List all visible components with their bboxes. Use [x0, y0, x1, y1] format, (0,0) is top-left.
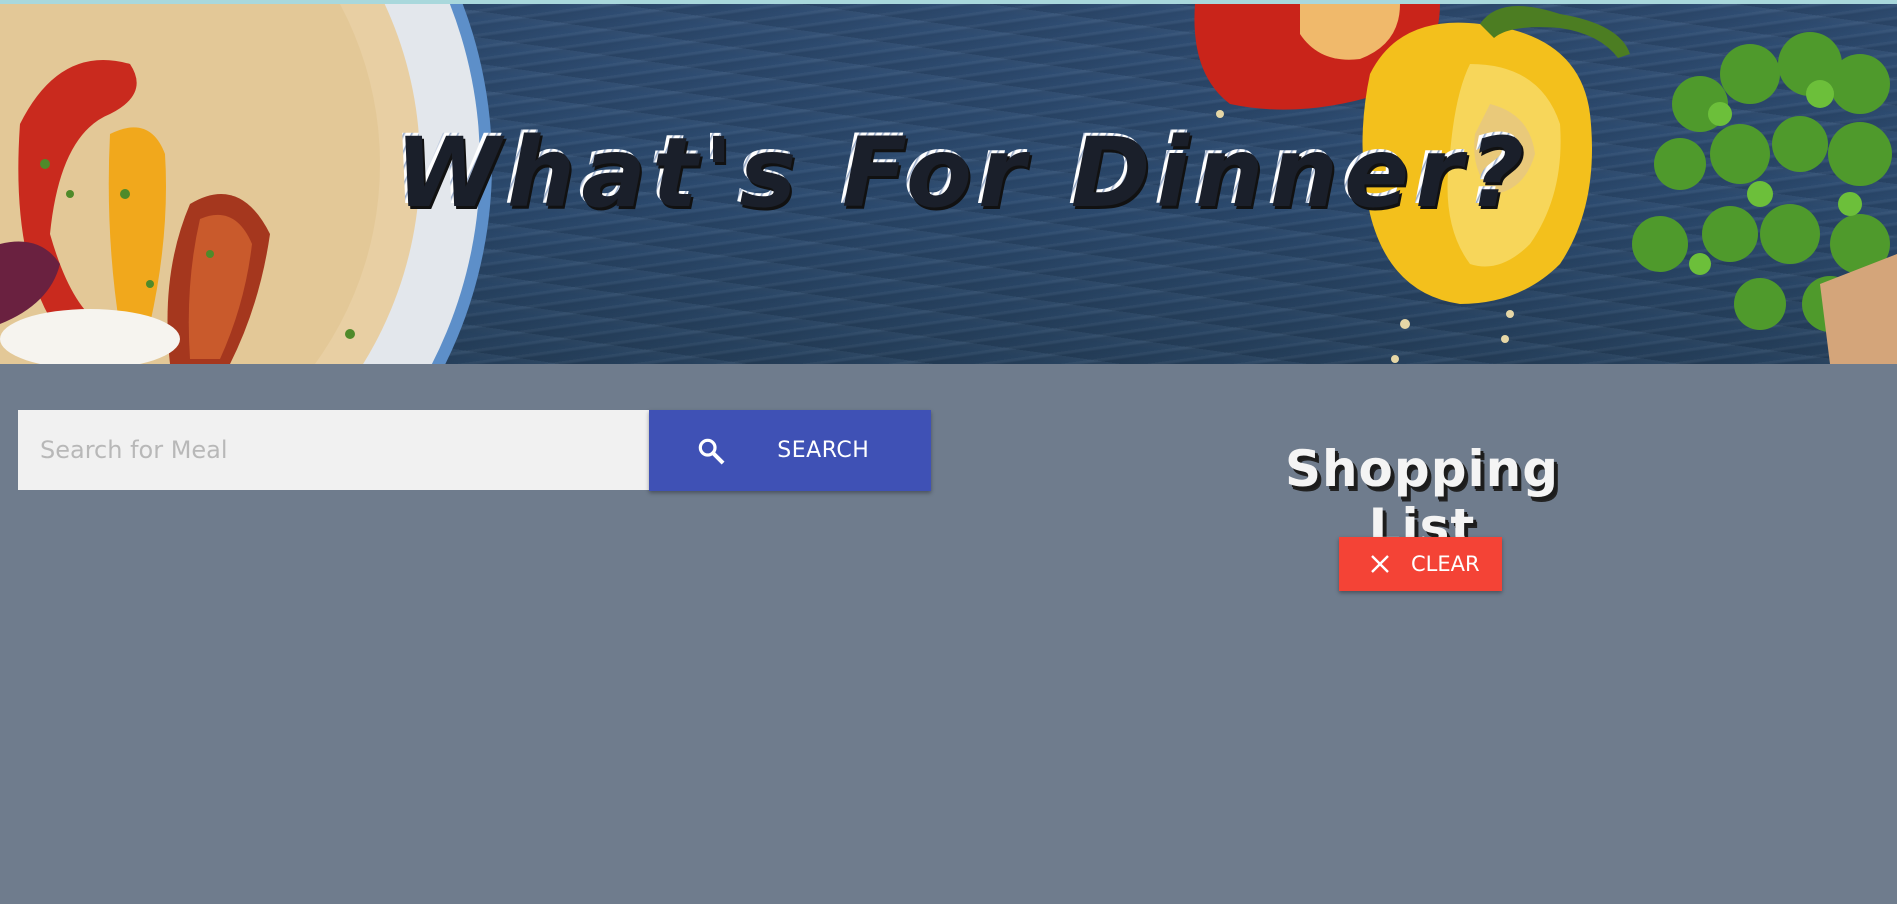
clear-button-label: CLEAR: [1411, 552, 1480, 576]
header-banner: What's For Dinner?: [0, 4, 1897, 364]
close-icon: [1369, 553, 1391, 575]
search-button[interactable]: SEARCH: [649, 410, 931, 491]
site-title: What's For Dinner?: [392, 114, 1528, 226]
search-bar: SEARCH: [18, 410, 931, 491]
search-icon: [695, 435, 727, 467]
search-button-label: SEARCH: [777, 438, 870, 463]
clear-button[interactable]: CLEAR: [1339, 537, 1502, 591]
search-input[interactable]: [18, 410, 650, 490]
